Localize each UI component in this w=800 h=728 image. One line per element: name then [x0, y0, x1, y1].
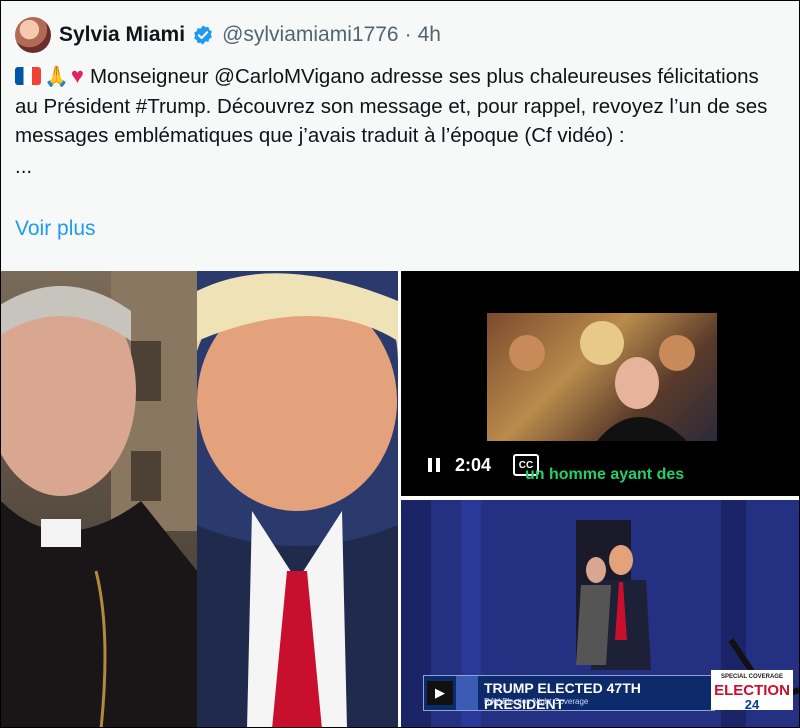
- video-frame: [487, 313, 717, 441]
- tweet-ellipsis: ...: [15, 155, 33, 178]
- video-caption: un homme ayant des: [525, 466, 685, 483]
- channel-logo: [456, 676, 478, 710]
- tweet-text: 🙏♥ Monseigneur @CarloMVigano adresse ses …: [15, 61, 787, 181]
- separator-dot: ·: [404, 23, 412, 46]
- tweet-body: Monseigneur @CarloMVigano adresse ses pl…: [15, 65, 768, 147]
- post-time[interactable]: 4h: [418, 23, 441, 47]
- photo-election-stage[interactable]: ▶ TRUMP ELECTED 47TH PRESIDENT RAV Elect…: [401, 500, 799, 727]
- video-duration: 2:04: [455, 454, 492, 475]
- photo-trump[interactable]: [197, 271, 398, 727]
- news-banner: ▶ TRUMP ELECTED 47TH PRESIDENT RAV Elect…: [423, 675, 715, 712]
- election-number: 24: [744, 697, 760, 712]
- tweet-header: Sylvia Miami @sylviamiami1776 · 4h: [15, 15, 441, 55]
- author-name[interactable]: Sylvia Miami: [59, 23, 185, 47]
- election-logo: SPECIAL COVERAGE ELECTION 24: [711, 670, 793, 712]
- folded-hands-icon: 🙏: [44, 66, 69, 88]
- photo-vigano[interactable]: [1, 271, 197, 727]
- french-flag-icon: [15, 67, 41, 85]
- tweet-card[interactable]: Sylvia Miami @sylviamiami1776 · 4h 🙏♥ Mon…: [0, 0, 800, 728]
- vigano-illustration: [1, 271, 197, 727]
- news-subline: RAV Election Night Coverage: [484, 697, 589, 706]
- fresco-illustration: [509, 321, 695, 441]
- red-heart-icon: ♥: [70, 63, 84, 88]
- video-player[interactable]: 2:04 CC un homme ayant des: [401, 271, 799, 496]
- avatar[interactable]: [15, 17, 51, 53]
- trump-illustration: [197, 271, 398, 727]
- play-icon[interactable]: ▶: [427, 681, 453, 705]
- media-grid: 2:04 CC un homme ayant des ▶ TRUMP ELECT…: [1, 271, 799, 727]
- news-headline: TRUMP ELECTED 47TH PRESIDENT: [484, 680, 641, 712]
- show-more-link[interactable]: Voir plus: [15, 217, 96, 241]
- pause-icon[interactable]: [427, 457, 441, 473]
- verified-badge-icon: [194, 25, 212, 45]
- video-controls: 2:04 CC: [427, 454, 540, 476]
- author-handle[interactable]: @sylviamiami1776: [222, 23, 399, 47]
